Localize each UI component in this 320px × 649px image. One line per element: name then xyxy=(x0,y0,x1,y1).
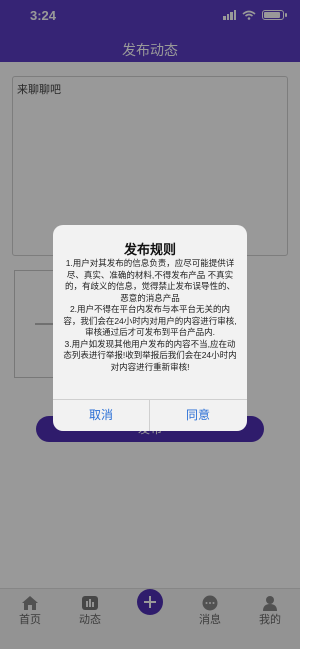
dialog-rules: 1.用户对其发布的信息负责，应尽可能提供详尽、真实、准确的材料,不得发布产品 不… xyxy=(63,258,237,373)
cancel-button[interactable]: 取消 xyxy=(53,400,149,431)
rules-dialog: 发布规则 1.用户对其发布的信息负责，应尽可能提供详尽、真实、准确的材料,不得发… xyxy=(53,225,247,431)
rule-item: 3.用户如发现其他用户发布的内容不当,应在动态列表进行举报!收到举报后我们会在2… xyxy=(63,338,237,372)
rule-item: 1.用户对其发布的信息负责，应尽可能提供详尽、真实、准确的材料,不得发布产品 不… xyxy=(64,258,235,303)
dialog-title: 发布规则 xyxy=(123,242,176,257)
rule-item: 2.用户不得在平台内发布与本平台无关的内容，我们会在24小时内对用户的内容进行审… xyxy=(63,304,237,337)
agree-button[interactable]: 同意 xyxy=(150,400,246,431)
